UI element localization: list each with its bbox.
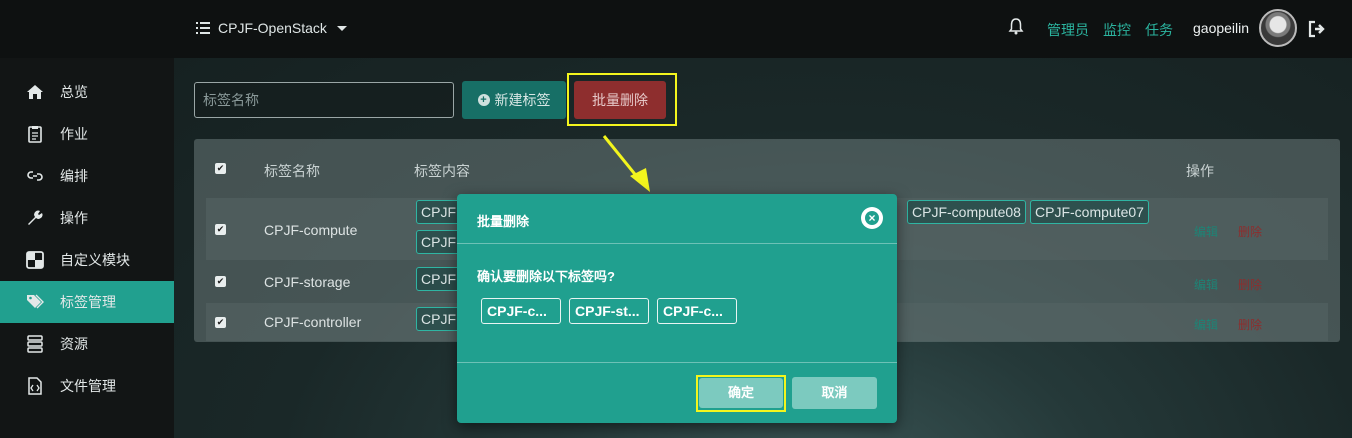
sidebar-item-label: 标签管理 <box>60 294 116 310</box>
wrench-icon <box>28 210 43 225</box>
bell-icon[interactable] <box>1008 17 1024 35</box>
row-checkbox[interactable]: ✔ <box>215 276 226 287</box>
batch-delete-button[interactable]: 批量删除 <box>574 81 666 119</box>
new-tag-label: 新建标签 <box>494 92 551 108</box>
cancel-button[interactable]: 取消 <box>792 377 877 409</box>
close-icon[interactable]: × <box>861 207 883 229</box>
admin-link[interactable]: 管理员 <box>1047 20 1089 40</box>
header-content: 标签内容 <box>414 163 470 179</box>
selected-tag-chip: CPJF-c... <box>481 298 561 324</box>
dialog-title: 批量删除 <box>477 214 530 229</box>
edit-link[interactable]: 编辑 <box>1194 276 1218 293</box>
sidebar-item-overview[interactable]: 总览 <box>0 71 174 113</box>
link-icon <box>27 171 43 181</box>
delete-link[interactable]: 删除 <box>1238 223 1262 240</box>
tag-chip: CPJF <box>416 307 461 331</box>
pointer-arrow <box>602 135 650 192</box>
confirm-button[interactable]: 确定 <box>699 378 783 408</box>
sidebar-item-label: 总览 <box>60 84 88 100</box>
sidebar-item-label: 作业 <box>60 126 88 142</box>
confirm-question: 确认要删除以下标签吗? <box>477 269 615 284</box>
chevron-down-icon <box>336 25 347 31</box>
tag-chip: CPJF <box>416 267 461 291</box>
selected-tag-chip: CPJF-c... <box>657 298 737 324</box>
sidebar-item-tag-management[interactable]: 标签管理 <box>0 281 174 323</box>
logout-icon[interactable] <box>1307 19 1327 39</box>
sidebar-item-label: 操作 <box>60 210 88 226</box>
tag-chip: CPJF-compute08 <box>907 200 1026 224</box>
search-input[interactable]: 标签名称 <box>194 82 454 118</box>
row-checkbox[interactable]: ✔ <box>215 317 226 328</box>
sidebar-item-file-management[interactable]: 文件管理 <box>0 365 174 407</box>
project-selector[interactable]: CPJF-OpenStack <box>196 20 347 36</box>
tasks-link[interactable]: 任务 <box>1145 20 1173 40</box>
delete-link[interactable]: 删除 <box>1238 316 1262 333</box>
sidebar-item-custom-modules[interactable]: 自定义模块 <box>0 239 174 281</box>
sidebar-item-label: 文件管理 <box>60 378 116 394</box>
select-all-checkbox[interactable]: ✔ <box>215 163 226 174</box>
edit-link[interactable]: 编辑 <box>1194 316 1218 333</box>
sidebar-item-resources[interactable]: 资源 <box>0 323 174 365</box>
new-tag-button[interactable]: + 新建标签 <box>462 81 566 119</box>
sidebar-item-label: 自定义模块 <box>60 252 130 268</box>
divider <box>457 362 897 363</box>
tag-name: CPJF-storage <box>264 274 351 290</box>
selected-tag-chip: CPJF-st... <box>569 298 649 324</box>
server-icon <box>27 335 43 353</box>
top-bar: CPJF-OpenStack 管理员 监控 任务 gaopeilin <box>0 0 1352 58</box>
top-links: 管理员 监控 任务 <box>1047 20 1173 40</box>
clipboard-icon <box>28 126 42 143</box>
username[interactable]: gaopeilin <box>1193 20 1249 36</box>
project-name: CPJF-OpenStack <box>218 20 327 36</box>
list-icon <box>196 22 210 34</box>
tag-chip: CPJF-compute07 <box>1030 200 1149 224</box>
sidebar-item-jobs[interactable]: 作业 <box>0 113 174 155</box>
batch-delete-dialog: 批量删除 × 确认要删除以下标签吗? CPJF-c... CPJF-st... … <box>457 194 897 423</box>
divider <box>457 243 897 244</box>
tags-icon <box>27 294 44 309</box>
sidebar-item-label: 资源 <box>60 336 88 352</box>
tag-chip: CPJF <box>416 200 461 224</box>
tag-chip: CPJF <box>416 230 461 254</box>
tag-name: CPJF-compute <box>264 222 358 238</box>
delete-link[interactable]: 删除 <box>1238 276 1262 293</box>
tag-name: CPJF-controller <box>264 314 362 330</box>
header-actions: 操作 <box>1186 163 1214 179</box>
sidebar-item-label: 编排 <box>60 168 88 184</box>
home-icon <box>27 85 43 99</box>
header-name: 标签名称 <box>264 163 320 179</box>
file-code-icon <box>28 377 42 395</box>
edit-link[interactable]: 编辑 <box>1194 223 1218 240</box>
grid-icon <box>26 251 44 269</box>
avatar[interactable] <box>1259 9 1297 47</box>
sidebar-item-orchestration[interactable]: 编排 <box>0 155 174 197</box>
monitor-link[interactable]: 监控 <box>1103 20 1131 40</box>
sidebar-item-operations[interactable]: 操作 <box>0 197 174 239</box>
plus-circle-icon: + <box>477 94 490 106</box>
row-checkbox[interactable]: ✔ <box>215 224 226 235</box>
